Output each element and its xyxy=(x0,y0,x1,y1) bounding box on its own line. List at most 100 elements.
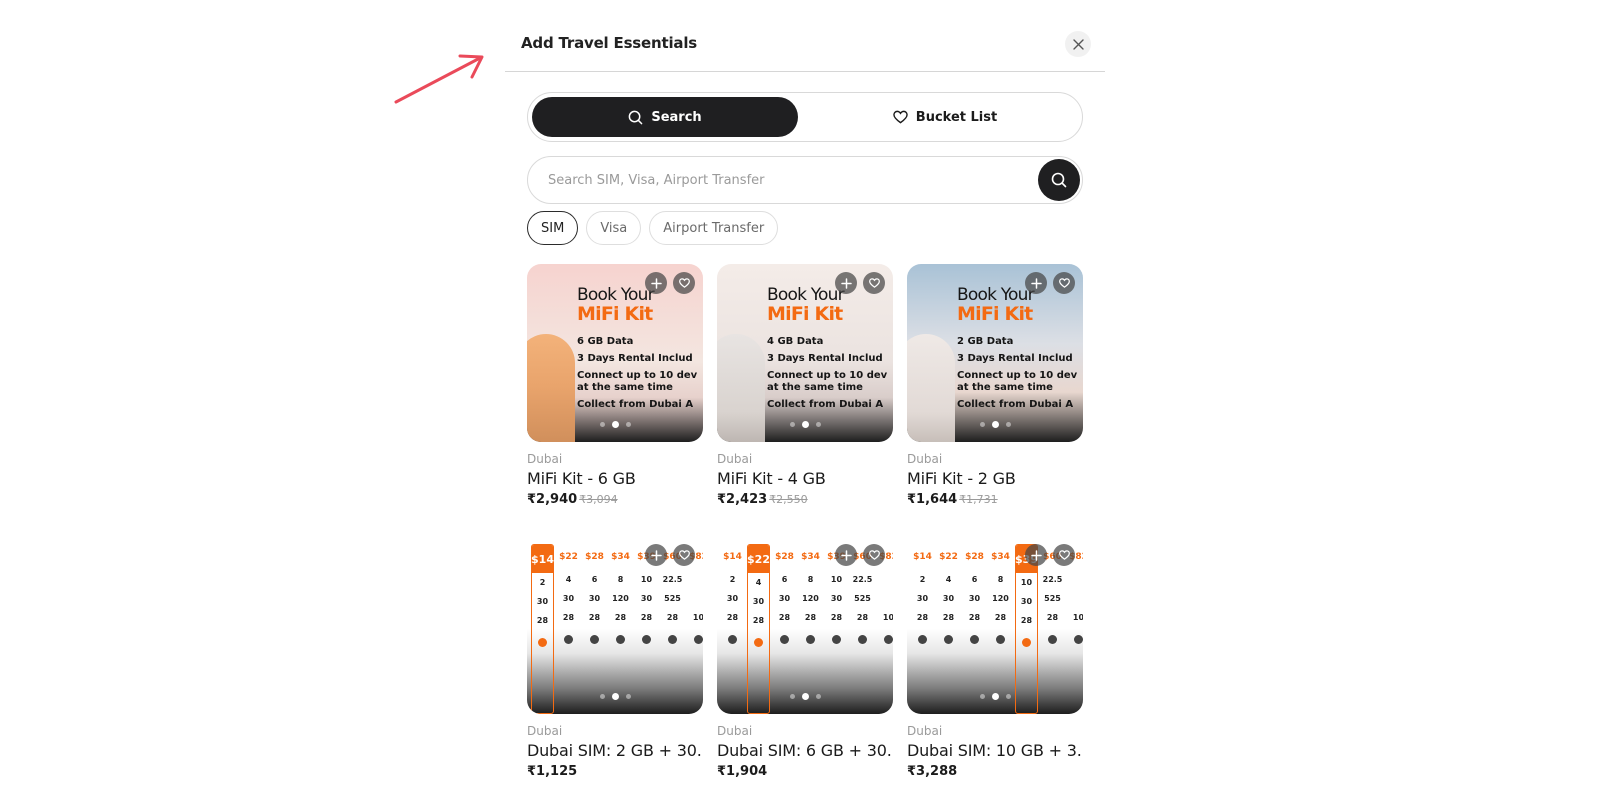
check-icon xyxy=(616,635,625,644)
plan-column: $28 6 30 28 xyxy=(773,544,796,714)
plan-column: $6022.552528 xyxy=(851,544,874,714)
plan-price: $34 xyxy=(991,552,1010,562)
product-image[interactable]: Book Your MiFi Kit 6 GB Data 3 Days Rent… xyxy=(527,264,703,442)
plan-column: $34 8 120 28 xyxy=(799,544,822,714)
plan-value: 120 xyxy=(802,594,819,603)
check-icon xyxy=(590,635,599,644)
plan-column: $14 2 30 28 xyxy=(911,544,934,714)
tab-search[interactable]: Search xyxy=(532,97,798,137)
plan-price: $22 xyxy=(559,552,578,562)
add-button[interactable] xyxy=(835,544,857,566)
search-input[interactable] xyxy=(548,157,1018,203)
plan-value: 10 xyxy=(692,613,703,622)
add-button[interactable] xyxy=(1025,544,1047,566)
product-price: ₹1,125 xyxy=(527,764,578,779)
close-button[interactable] xyxy=(1065,31,1091,57)
plan-column: $8210 xyxy=(877,544,893,714)
heart-icon xyxy=(1058,550,1070,560)
product-card[interactable]: $1423028$2243028$2863028$34812028$391030… xyxy=(717,536,893,779)
product-location: Dubai xyxy=(527,724,563,738)
filter-chip-sim[interactable]: SIM xyxy=(527,211,579,245)
plan-value: 30 xyxy=(916,594,929,603)
panel-title: Add Travel Essentials xyxy=(521,34,697,52)
product-price: ₹2,423 ₹2,550 xyxy=(717,492,893,507)
plan-price: $14 xyxy=(531,545,554,573)
favorite-button[interactable] xyxy=(863,544,885,566)
carousel-dots[interactable] xyxy=(907,693,1083,700)
product-image[interactable]: $1423028$2243028$2863028$34812028$391030… xyxy=(527,536,703,714)
plan-value: 10 xyxy=(830,575,843,584)
add-button[interactable] xyxy=(1025,272,1047,294)
search-submit-button[interactable] xyxy=(1038,159,1080,201)
check-icon xyxy=(780,635,789,644)
check-icon xyxy=(918,635,927,644)
plan-value: 525 xyxy=(664,594,681,603)
product-name[interactable]: MiFi Kit - 6 GB xyxy=(527,469,703,488)
promo-feature-connect-2: at the same time xyxy=(577,382,673,393)
plan-price: $14 xyxy=(723,552,742,562)
check-icon xyxy=(564,635,573,644)
promo-feature-connect-2: at the same time xyxy=(767,382,863,393)
check-icon xyxy=(858,635,867,644)
add-button[interactable] xyxy=(645,272,667,294)
product-name[interactable]: Dubai SIM: 10 GB + 3... xyxy=(907,741,1083,760)
check-icon xyxy=(832,635,841,644)
plan-value: 2 xyxy=(539,578,546,587)
product-image[interactable]: Book Your MiFi Kit 4 GB Data 3 Days Rent… xyxy=(717,264,893,442)
product-card[interactable]: $1423028$2243028$2863028$34812028$391030… xyxy=(527,536,703,779)
product-image[interactable]: $1423028$2243028$2863028$34812028$391030… xyxy=(907,536,1083,714)
favorite-button[interactable] xyxy=(1053,544,1075,566)
product-card[interactable]: Book Your MiFi Kit 4 GB Data 3 Days Rent… xyxy=(717,264,893,507)
add-button[interactable] xyxy=(835,272,857,294)
product-image[interactable]: $1423028$2243028$2863028$34812028$391030… xyxy=(717,536,893,714)
plan-value: 28 xyxy=(804,613,817,622)
carousel-dots[interactable] xyxy=(717,693,893,700)
favorite-button[interactable] xyxy=(863,272,885,294)
plan-value: 6 xyxy=(591,575,598,584)
product-card[interactable]: Book Your MiFi Kit 6 GB Data 3 Days Rent… xyxy=(527,264,703,507)
plan-value: 28 xyxy=(1046,613,1059,622)
product-location: Dubai xyxy=(907,452,943,466)
product-card[interactable]: $1423028$2243028$2863028$34812028$391030… xyxy=(907,536,1083,779)
plan-value: 22.5 xyxy=(1042,575,1063,584)
tab-bucket-list[interactable]: Bucket List xyxy=(812,97,1078,137)
favorite-button[interactable] xyxy=(673,544,695,566)
carousel-dots[interactable] xyxy=(527,693,703,700)
plan-value: 525 xyxy=(1044,594,1061,603)
plan-value: 8 xyxy=(617,575,624,584)
plan-price: $28 xyxy=(585,552,604,562)
plan-value: 30 xyxy=(830,594,843,603)
plan-value: 30 xyxy=(726,594,739,603)
carousel-dots[interactable] xyxy=(907,421,1083,428)
plan-value: 28 xyxy=(752,616,765,625)
carousel-dots[interactable] xyxy=(717,421,893,428)
promo-feature-rental: 3 Days Rental Includ xyxy=(957,353,1073,364)
filter-chip-airport-transfer[interactable]: Airport Transfer xyxy=(649,211,779,245)
product-name[interactable]: Dubai SIM: 6 GB + 30... xyxy=(717,741,893,760)
plus-icon xyxy=(840,549,852,561)
promo-feature-connect: Connect up to 10 dev xyxy=(957,370,1078,381)
favorite-button[interactable] xyxy=(1053,272,1075,294)
product-image[interactable]: Book Your MiFi Kit 2 GB Data 3 Days Rent… xyxy=(907,264,1083,442)
promo-feature-connect-2: at the same time xyxy=(957,382,1053,393)
carousel-dots[interactable] xyxy=(527,421,703,428)
plan-value: 28 xyxy=(666,613,679,622)
plan-value: 30 xyxy=(968,594,981,603)
search-icon xyxy=(1051,172,1067,188)
plan-column: $22 4 30 28 xyxy=(557,544,580,714)
filter-chip-visa[interactable]: Visa xyxy=(586,211,642,245)
promo-text: Book Your MiFi Kit 6 GB Data 3 Days Rent… xyxy=(577,286,703,411)
plan-value: 10 xyxy=(1020,578,1033,587)
check-icon xyxy=(538,638,547,647)
favorite-button[interactable] xyxy=(673,272,695,294)
product-price: ₹1,644 ₹1,731 xyxy=(907,492,1083,507)
product-location: Dubai xyxy=(527,452,563,466)
product-name[interactable]: MiFi Kit - 4 GB xyxy=(717,469,893,488)
product-name[interactable]: Dubai SIM: 2 GB + 30... xyxy=(527,741,703,760)
plan-value: 120 xyxy=(992,594,1009,603)
product-name[interactable]: MiFi Kit - 2 GB xyxy=(907,469,1083,488)
add-button[interactable] xyxy=(645,544,667,566)
plan-value: 28 xyxy=(994,613,1007,622)
product-card[interactable]: Book Your MiFi Kit 2 GB Data 3 Days Rent… xyxy=(907,264,1083,507)
plan-value: 6 xyxy=(971,575,978,584)
